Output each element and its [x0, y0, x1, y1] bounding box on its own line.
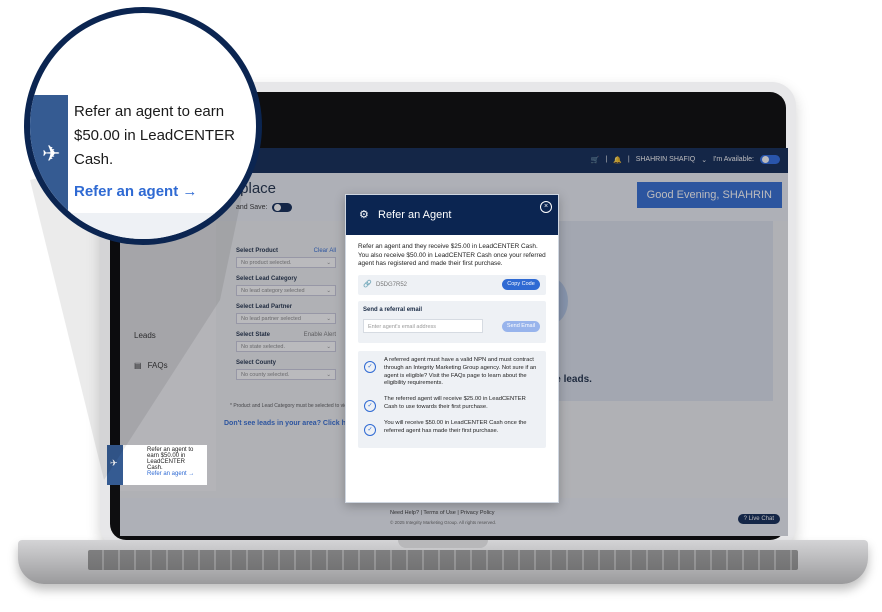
zoom-bubble: ✈ Refer an agent to earn $50.00 in LeadC…	[24, 7, 262, 245]
paper-plane-icon: ✈	[42, 141, 61, 166]
zoom-text: Refer an agent to earn $50.00 in LeadCEN…	[74, 103, 235, 168]
zoom-refer-link[interactable]: Refer an agent →	[74, 183, 197, 200]
